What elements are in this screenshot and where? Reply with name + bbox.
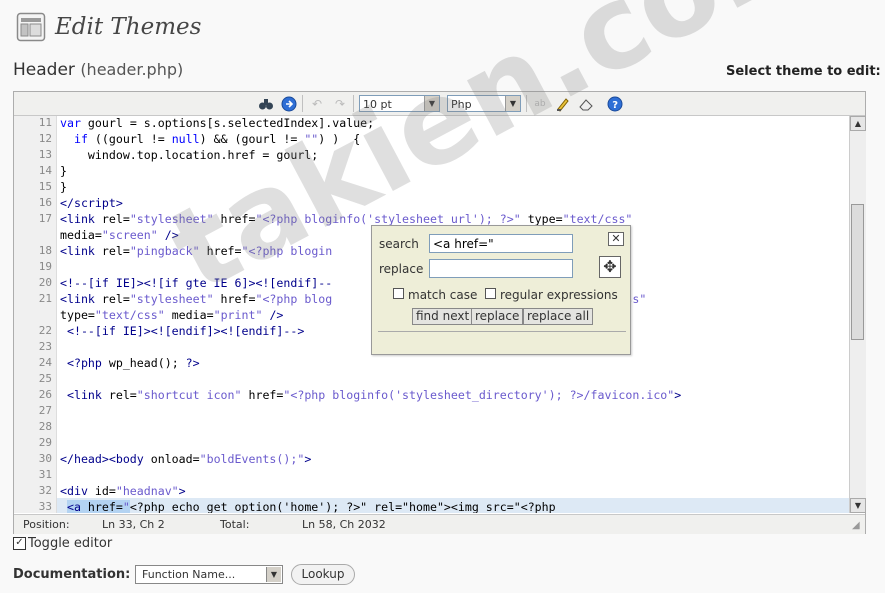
replace-all-button[interactable]: replace all	[523, 308, 594, 325]
toggle-editor-checkbox[interactable]: ✓	[13, 537, 26, 550]
line-number: 30	[38, 452, 52, 465]
line-number: 27	[38, 404, 52, 417]
code-line[interactable]: }	[60, 164, 67, 178]
total-value: Ln 58, Ch 2032	[302, 518, 386, 531]
scroll-up-icon[interactable]: ▲	[850, 116, 866, 131]
code-line[interactable]: type="text/css" media="print" />	[60, 308, 283, 322]
match-case-label: match case	[408, 288, 478, 302]
search-input[interactable]	[429, 234, 573, 253]
file-heading: Header (header.php)	[13, 60, 183, 80]
svg-text:?: ?	[612, 100, 618, 111]
code-line[interactable]: <!--[if IE]><![endif]><![endif]-->	[60, 324, 304, 338]
select-theme-label: Select theme to edit:	[726, 64, 881, 79]
regex-label: regular expressions	[500, 288, 618, 302]
match-case-checkbox[interactable]	[393, 288, 404, 299]
find-next-button[interactable]: find next	[412, 308, 474, 325]
editor-status-bar: Position: Ln 33, Ch 2 Total: Ln 58, Ch 2…	[14, 514, 865, 534]
line-number: 19	[38, 260, 52, 273]
toggle-editor-label: Toggle editor	[28, 536, 113, 551]
highlight-icon[interactable]	[554, 95, 572, 112]
line-number: 29	[38, 436, 52, 449]
file-heading-label: Header	[13, 60, 75, 80]
spellcheck-icon[interactable]: ab	[531, 95, 549, 112]
code-line[interactable]: <a href="<?php echo get_option('home'); …	[60, 500, 556, 513]
function-name-value: Function Name...	[142, 568, 236, 581]
help-icon[interactable]: ?	[606, 95, 624, 112]
line-number: 14	[38, 164, 52, 177]
line-number: 26	[38, 388, 52, 401]
line-number: 23	[38, 340, 52, 353]
font-size-select[interactable]: 10 pt ▼	[359, 95, 440, 112]
line-number: 32	[38, 484, 52, 497]
line-number-gutter: 11 12 13 14 15 16 17 18 19 20 21 22 23 24 25 26 27 28 29 30…	[14, 116, 57, 513]
replace-input[interactable]	[429, 259, 573, 278]
line-number: 24	[38, 356, 52, 369]
redo-icon[interactable]: ↷	[331, 95, 349, 112]
resize-grip-icon[interactable]: ◢	[852, 520, 864, 532]
vertical-scrollbar[interactable]: ▲ ▼	[849, 116, 866, 513]
search-icon[interactable]	[257, 95, 275, 112]
code-line[interactable]: var gourl = s.options[s.selectedIndex].v…	[60, 116, 374, 130]
code-line[interactable]: </script>	[60, 196, 123, 210]
move-icon[interactable]: ✥	[599, 256, 621, 278]
replace-button[interactable]: replace	[471, 308, 524, 325]
undo-icon[interactable]: ↶	[308, 95, 326, 112]
line-number: 15	[38, 180, 52, 193]
code-line[interactable]: <link rel="stylesheet" href="<?php blogi…	[60, 212, 632, 226]
documentation-label: Documentation:	[13, 567, 131, 582]
line-number: 28	[38, 420, 52, 433]
line-number: 20	[38, 276, 52, 289]
close-icon[interactable]: ✕	[608, 232, 624, 246]
lookup-button[interactable]: Lookup	[291, 564, 355, 585]
chevron-down-icon: ▼	[505, 96, 520, 111]
code-line[interactable]: window.top.location.href = gourl;	[60, 148, 318, 162]
page-title: Edit Themes	[55, 14, 202, 40]
scroll-thumb[interactable]	[851, 204, 864, 340]
line-number: 12	[38, 132, 52, 145]
scroll-down-icon[interactable]: ▼	[850, 498, 866, 513]
replace-label: replace	[379, 262, 424, 276]
line-number: 13	[38, 148, 52, 161]
chevron-down-icon: ▼	[424, 96, 439, 111]
code-line[interactable]: if ((gourl != null) && (gourl != "") ) {	[60, 132, 360, 146]
regex-checkbox[interactable]	[485, 288, 496, 299]
syntax-value: Php	[451, 98, 472, 111]
goto-line-icon[interactable]	[280, 95, 298, 112]
position-label: Position:	[23, 518, 70, 531]
code-line[interactable]: <!--[if IE]><![if gte IE 6]><![endif]--	[60, 276, 332, 290]
line-number: 31	[38, 468, 52, 481]
line-number: 22	[38, 324, 52, 337]
code-line[interactable]: </head><body onload="boldEvents();">	[60, 452, 311, 466]
syntax-select[interactable]: Php ▼	[447, 95, 521, 112]
line-number: 17	[38, 212, 52, 225]
chevron-down-icon: ▼	[266, 567, 281, 582]
line-number: 33	[38, 500, 52, 513]
line-number: 18	[38, 244, 52, 257]
code-line[interactable]: <link rel="pingback" href="<?php blogin	[60, 244, 332, 258]
total-label: Total:	[220, 518, 250, 531]
code-line[interactable]: <?php wp_head(); ?>	[60, 356, 200, 370]
line-number: 16	[38, 196, 52, 209]
code-line[interactable]: }	[60, 180, 67, 194]
line-number: 25	[38, 372, 52, 385]
line-number: 21	[38, 292, 52, 305]
code-line[interactable]: <link rel="shortcut icon" href="<?php bl…	[60, 388, 681, 402]
toggle-editor[interactable]: ✓ Toggle editor	[13, 536, 112, 551]
function-name-select[interactable]: Function Name... ▼	[135, 565, 283, 584]
line-number: 11	[38, 116, 52, 129]
editor-toolbar: ↶ ↷ 10 pt ▼ Php ▼ ab ?	[14, 92, 865, 116]
search-label: search	[379, 237, 419, 251]
themes-icon	[16, 12, 46, 42]
file-name: (header.php)	[80, 60, 184, 79]
code-line[interactable]: media="screen" />	[60, 228, 179, 242]
find-replace-dialog: search ✕ replace ✥ match case regular ex…	[371, 225, 631, 355]
code-line[interactable]: <div id="headnav">	[60, 484, 186, 498]
font-size-value: 10 pt	[363, 98, 392, 111]
position-value: Ln 33, Ch 2	[102, 518, 165, 531]
reset-icon[interactable]	[577, 95, 595, 112]
